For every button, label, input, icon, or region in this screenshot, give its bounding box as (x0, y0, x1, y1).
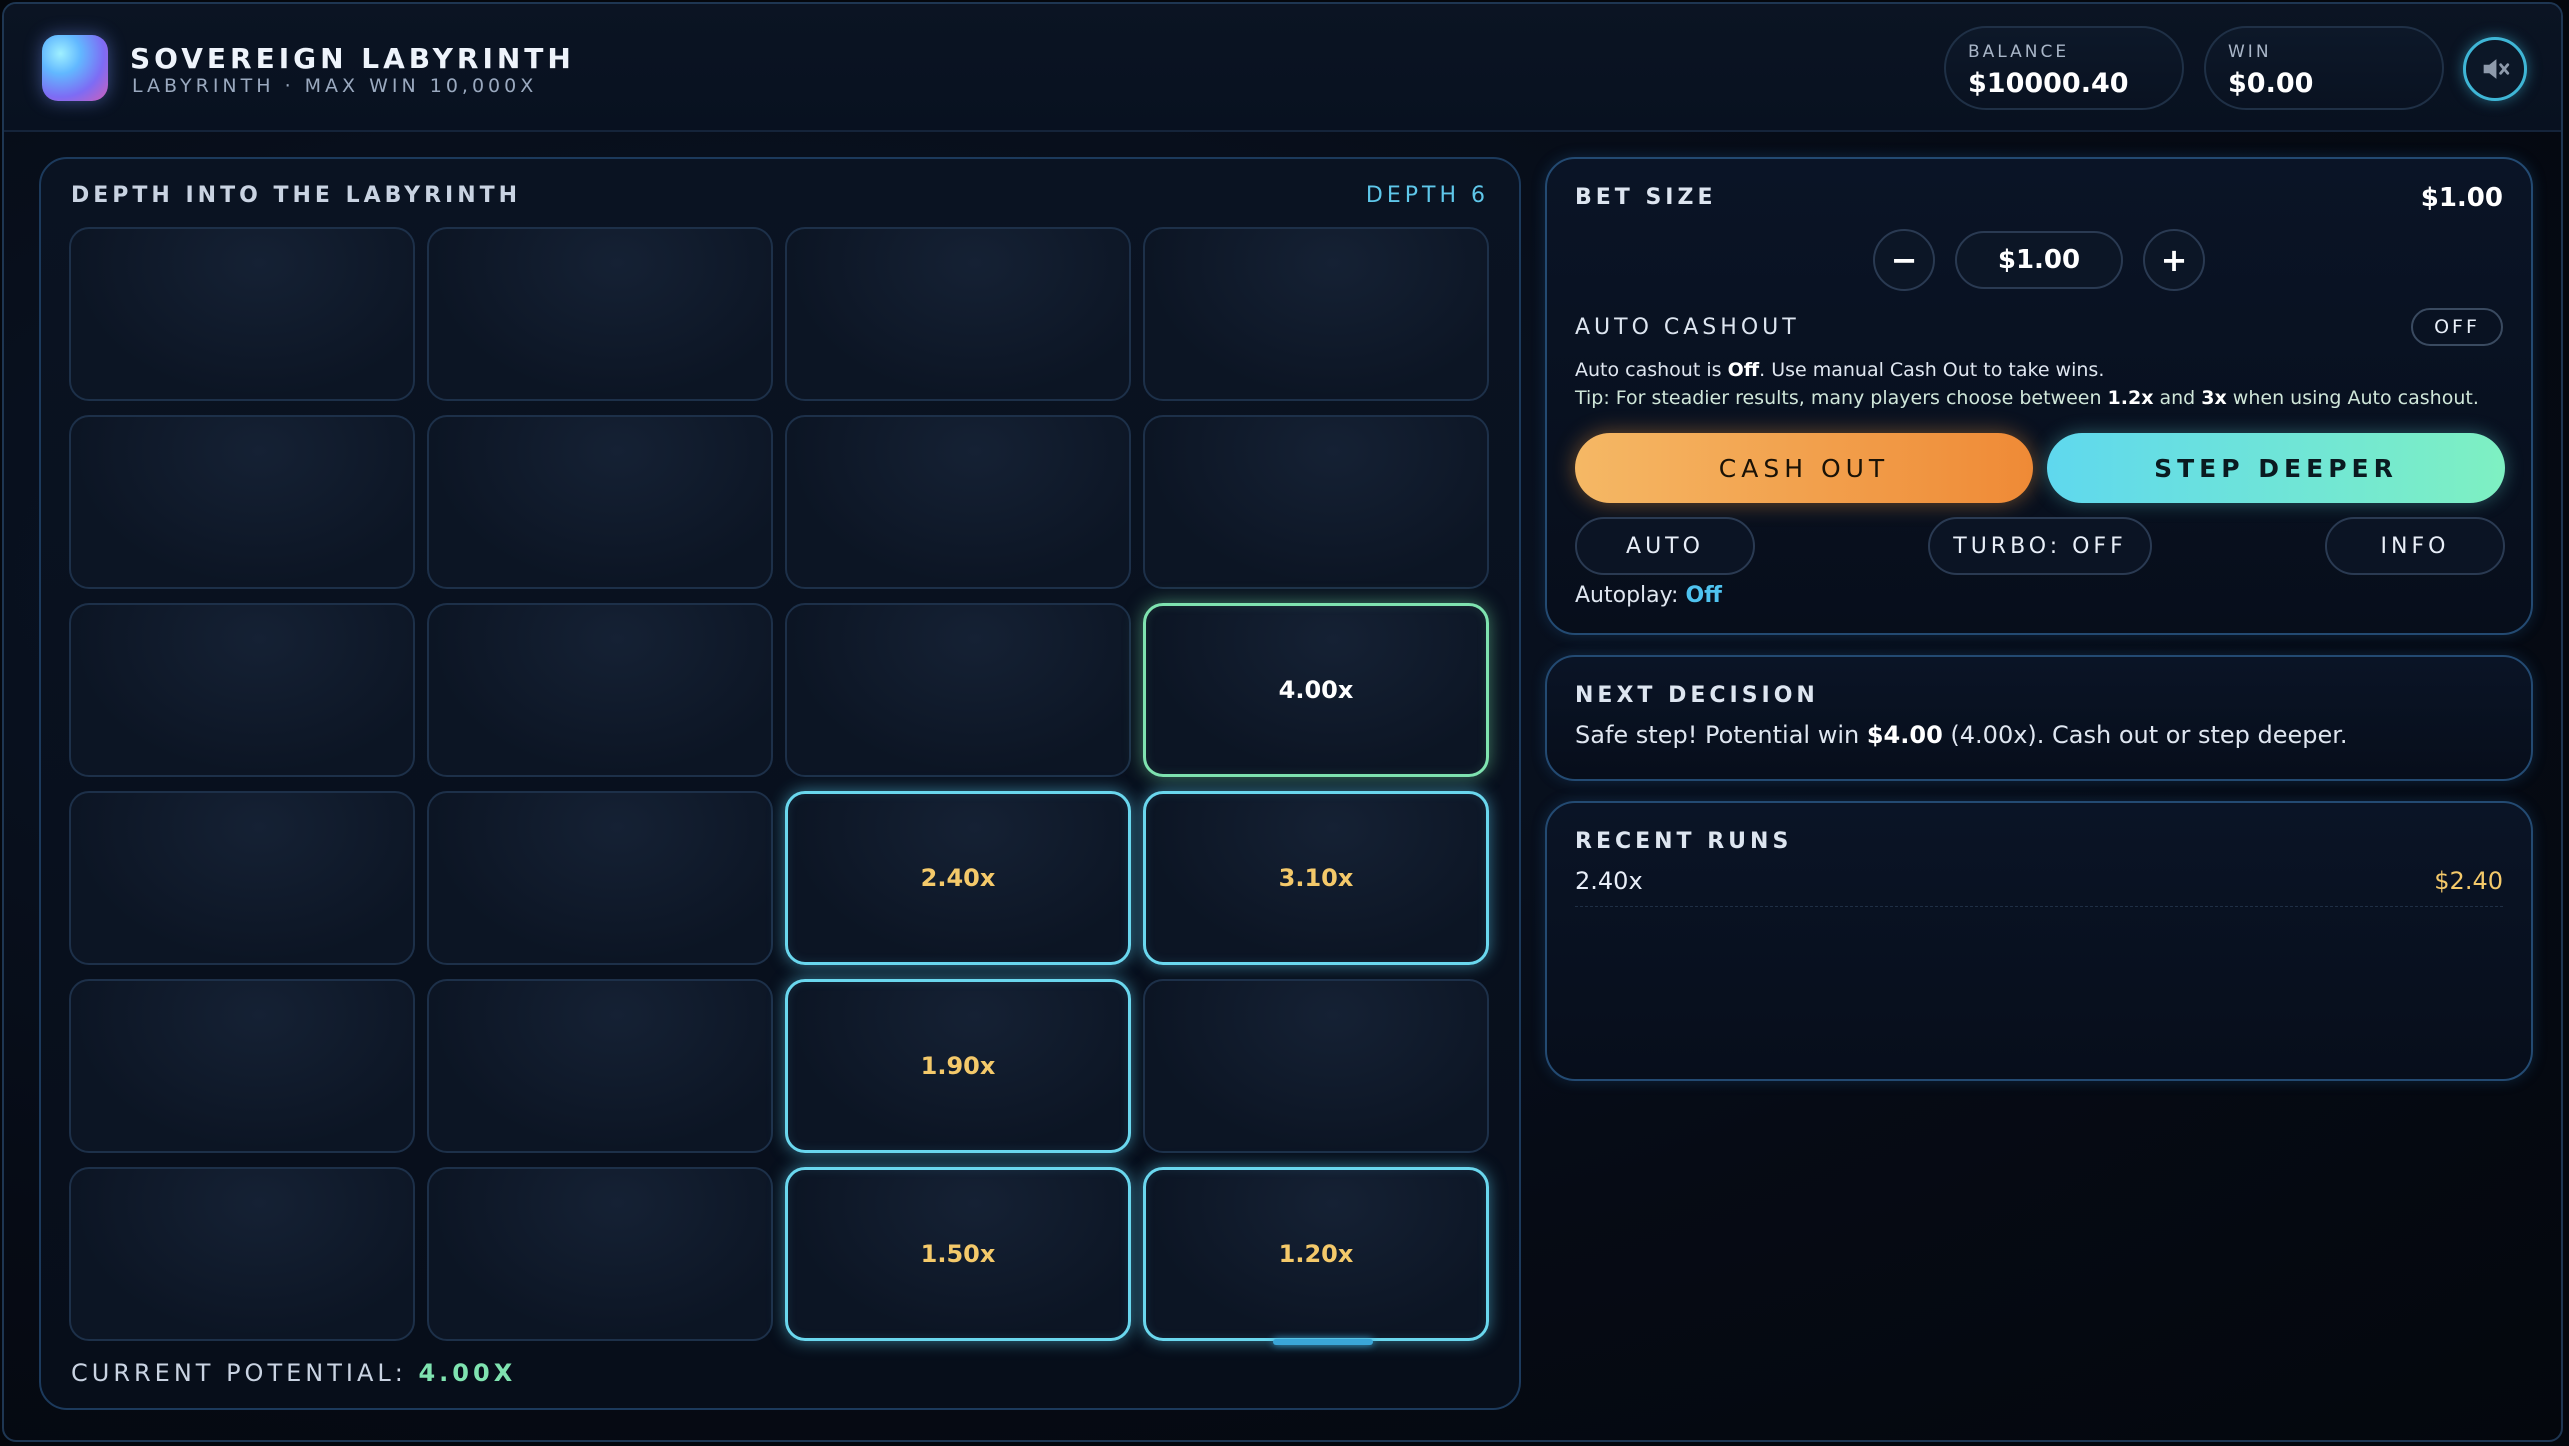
next-decision-panel: NEXT DECISION Safe step! Potential win $… (1545, 655, 2533, 781)
info-button[interactable]: INFO (2325, 517, 2505, 575)
next-decision-message: Safe step! Potential win $4.00 (4.00x). … (1575, 721, 2348, 749)
recent-runs-title: RECENT RUNS (1575, 829, 1793, 854)
run-multiplier: 2.40x (1575, 867, 1643, 895)
cash-out-button[interactable]: CASH OUT (1575, 433, 2033, 503)
tile-r2-c2[interactable] (427, 415, 773, 589)
tile-r5-c2[interactable] (427, 979, 773, 1153)
balance-display: BALANCE $10000.40 (1944, 26, 2184, 110)
increase-bet-button[interactable]: + (2143, 229, 2205, 291)
tile-r1-c2[interactable] (427, 227, 773, 401)
note-suffix: . Use manual Cash Out to take wins. (1759, 359, 2105, 381)
bet-size-title: BET SIZE (1575, 185, 1717, 210)
autoplay-label: Autoplay: (1575, 583, 1686, 608)
speaker-muted-icon (2483, 59, 2510, 79)
recent-runs-panel: RECENT RUNS 2.40x $2.40 (1545, 801, 2533, 1081)
autoplay-status: Autoplay: Off (1575, 583, 1722, 608)
tile-r5-c1[interactable] (69, 979, 415, 1153)
tile-r5-c3[interactable]: 1.90x (785, 979, 1131, 1153)
tip-mid: and (2153, 387, 2202, 409)
tile-r2-c3[interactable] (785, 415, 1131, 589)
tile-r4-c3[interactable]: 2.40x (785, 791, 1131, 965)
sound-toggle-button[interactable] (2463, 37, 2527, 101)
current-potential: CURRENT POTENTIAL: 4.00X (71, 1359, 516, 1387)
tile-r1-c3[interactable] (785, 227, 1131, 401)
tile-r4-c1[interactable] (69, 791, 415, 965)
note-prefix: Auto cashout is (1575, 359, 1728, 381)
tile-r5-c4[interactable] (1143, 979, 1489, 1153)
tile-r6-c2[interactable] (427, 1167, 773, 1341)
auto-cashout-tip: Tip: For steadier results, many players … (1575, 387, 2479, 409)
tile-r1-c4[interactable] (1143, 227, 1489, 401)
win-label: WIN (2228, 42, 2272, 62)
bet-size-value: $1.00 (2420, 183, 2503, 213)
tile-r6-c3[interactable]: 1.50x (785, 1167, 1131, 1341)
step-deeper-button[interactable]: STEP DEEPER (2047, 433, 2505, 503)
tile-r2-c4[interactable] (1143, 415, 1489, 589)
balance-label: BALANCE (1968, 42, 2070, 62)
board-title: DEPTH INTO THE LABYRINTH (71, 183, 522, 208)
tile-r3-c1[interactable] (69, 603, 415, 777)
auto-cashout-toggle[interactable]: OFF (2411, 308, 2503, 346)
game-title: SOVEREIGN LABYRINTH (130, 42, 575, 75)
depth-indicator: DEPTH 6 (1365, 183, 1489, 208)
potential-label: CURRENT POTENTIAL: (71, 1359, 407, 1387)
tile-r6-c1[interactable] (69, 1167, 415, 1341)
tile-r2-c1[interactable] (69, 415, 415, 589)
tip-low: 1.2x (2107, 387, 2154, 409)
tip-suffix: when using Auto cashout. (2226, 387, 2479, 409)
tile-r3-c2[interactable] (427, 603, 773, 777)
tile-r4-c4[interactable]: 3.10x (1143, 791, 1489, 965)
auto-button[interactable]: AUTO (1575, 517, 1755, 575)
bet-amount-display: $1.00 (1955, 231, 2123, 289)
tile-r3-c3[interactable] (785, 603, 1131, 777)
tip-high: 3x (2201, 387, 2227, 409)
bet-panel: BET SIZE $1.00 − $1.00 + AUTO CASHOUT OF… (1545, 157, 2533, 635)
column-cursor (1273, 1339, 1373, 1345)
win-value: $0.00 (2228, 68, 2314, 99)
decrease-bet-button[interactable]: − (1873, 229, 1935, 291)
auto-cashout-note: Auto cashout is Off. Use manual Cash Out… (1575, 359, 2104, 381)
game-logo (42, 35, 108, 101)
decision-suffix: (4.00x). Cash out or step deeper. (1942, 721, 2348, 749)
tile-r1-c1[interactable] (69, 227, 415, 401)
win-display: WIN $0.00 (2204, 26, 2444, 110)
potential-value: 4.00X (418, 1359, 517, 1387)
tile-r4-c2[interactable] (427, 791, 773, 965)
note-bold: Off (1727, 359, 1760, 381)
game-window: SOVEREIGN LABYRINTH LABYRINTH · MAX WIN … (2, 2, 2563, 1442)
labyrinth-board: DEPTH INTO THE LABYRINTH DEPTH 6 4.00x 2.… (39, 157, 1521, 1410)
turbo-button[interactable]: TURBO: OFF (1928, 517, 2152, 575)
top-bar: SOVEREIGN LABYRINTH LABYRINTH · MAX WIN … (4, 4, 2561, 132)
decision-prefix: Safe step! Potential win (1575, 721, 1867, 749)
tile-r3-c4[interactable]: 4.00x (1143, 603, 1489, 777)
auto-cashout-label: AUTO CASHOUT (1575, 315, 1800, 340)
run-row: 2.40x $2.40 (1575, 867, 2503, 907)
tile-r6-c4[interactable]: 1.20x (1143, 1167, 1489, 1341)
balance-value: $10000.40 (1968, 68, 2129, 99)
game-subtitle: LABYRINTH · MAX WIN 10,000X (132, 75, 538, 97)
next-decision-title: NEXT DECISION (1575, 683, 1819, 708)
autoplay-value: Off (1685, 583, 1722, 608)
decision-amount: $4.00 (1866, 721, 1943, 749)
tip-prefix: Tip: For steadier results, many players … (1575, 387, 2108, 409)
run-win-amount: $2.40 (2434, 867, 2503, 895)
